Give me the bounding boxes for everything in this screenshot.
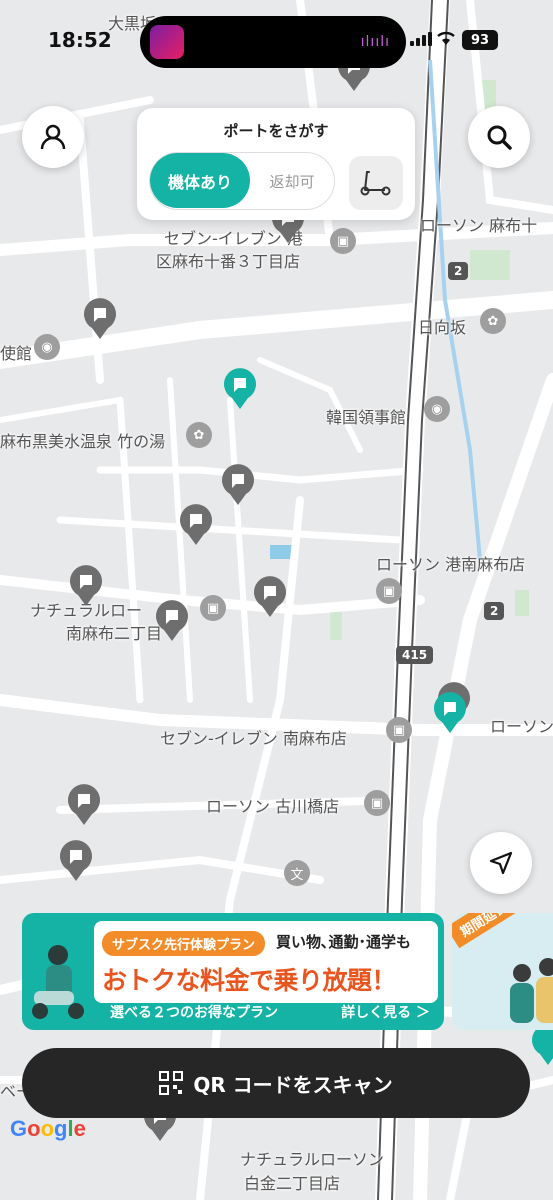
lawson-poi-icon: ▣ <box>376 578 402 604</box>
port-pin[interactable] <box>82 296 118 340</box>
map-label-seven-azabu-2: 区麻布十番３丁目店 <box>156 252 301 271</box>
map-label-minami-azabu: 南麻布二丁目 <box>66 624 163 643</box>
port-pin-available[interactable] <box>432 690 468 734</box>
google-logo: Google <box>10 1116 86 1141</box>
map-label-lawson-right: ローソン <box>490 717 553 736</box>
wifi-icon <box>437 31 455 45</box>
port-pin[interactable] <box>66 782 102 826</box>
hyugazaka-poi-icon: ✿ <box>480 308 506 334</box>
school-poi-icon: 文 <box>284 860 310 886</box>
kickscooter-icon <box>360 171 391 196</box>
banner-more-link[interactable]: 詳しく見る ＞ <box>341 1002 430 1022</box>
filter-available-button[interactable]: 機体あり <box>150 153 250 208</box>
dynamic-island[interactable]: ılıılı <box>140 16 406 68</box>
current-location-button[interactable] <box>470 832 532 894</box>
port-search-title: ポートをさがす <box>223 122 329 140</box>
audio-waveform-icon: ılıılı <box>360 34 390 50</box>
onsen-poi-icon: ✿ <box>186 422 212 448</box>
profile-button[interactable] <box>22 106 84 168</box>
lawson-furukawa-poi-icon: ▣ <box>364 790 390 816</box>
map-label-seven-minami: セブン-イレブン 南麻布店 <box>160 729 347 748</box>
now-playing-artwork <box>150 25 184 59</box>
embassy-poi-icon: ◉ <box>34 334 60 360</box>
battery-indicator: 93 <box>462 30 498 50</box>
person-icon <box>40 124 66 150</box>
map-label-korea-consulate: 韓国領事館 <box>326 408 407 427</box>
port-pin[interactable] <box>220 462 256 506</box>
campaign-extension-banner[interactable]: 期間延長 <box>452 913 553 1030</box>
search-icon <box>487 125 512 150</box>
banner-plan-tag: サブスク先行体験プラン <box>102 931 266 956</box>
map-label-onsen: 麻布黒美水温泉 竹の湯 <box>0 432 166 451</box>
map-label-lawson-azabu: ローソン 麻布十 <box>420 216 538 235</box>
qr-code-icon <box>159 1071 184 1095</box>
road-shield-415: 415 <box>396 646 434 664</box>
qr-scan-label: QR コードをスキャン <box>193 1072 393 1097</box>
port-filter-toggle: 機体あり 返却可 <box>149 152 335 210</box>
port-search-card: ポートをさがす 機体あり 返却可 <box>137 108 415 220</box>
port-pin[interactable] <box>252 574 288 618</box>
port-pin-available[interactable] <box>222 366 258 410</box>
status-bar: 18:52 ılıılı 93 <box>0 0 553 68</box>
filter-returnable-button[interactable]: 返却可 <box>250 153 334 209</box>
port-pin[interactable] <box>178 502 214 546</box>
port-pin[interactable] <box>154 598 190 642</box>
banner-subtitle: 買い物､通勤･通学も <box>276 933 412 951</box>
banner-footer-text: 選べる２つのお得なプラン <box>110 1005 278 1021</box>
status-time: 18:52 <box>48 28 112 52</box>
road-shield-2: 2 <box>448 262 469 280</box>
rider-illustration <box>32 945 84 1019</box>
seven-poi-icon: ▣ <box>386 717 412 743</box>
map-label-hyugazaka: 日向坂 <box>418 318 467 337</box>
port-pin[interactable] <box>58 838 94 882</box>
natural-poi-icon: ▣ <box>200 595 226 621</box>
port-pin[interactable] <box>68 563 104 607</box>
subscription-promo-banner[interactable]: サブスク先行体験プラン 買い物､通勤･通学も おトクな料金で乗り放題！ 選べる２… <box>22 913 444 1030</box>
people-illustration <box>510 958 553 1023</box>
road-shield-2-south: 2 <box>484 602 505 620</box>
cellular-signal-icon <box>410 32 432 46</box>
search-button[interactable] <box>468 106 530 168</box>
map-label-natural-bottom: ナチュラルローソン <box>240 1150 385 1169</box>
map-label-lawson-furukawa: ローソン 古川橋店 <box>206 797 340 816</box>
map-label-embassy: 使館 <box>0 344 33 363</box>
map-label-lawson-minami: ローソン 港南麻布店 <box>376 555 526 574</box>
consulate-poi-icon: ◉ <box>424 396 450 422</box>
navigation-arrow-icon <box>489 851 513 875</box>
banner-headline: おトクな料金で乗り放題！ <box>102 966 397 995</box>
seven-azabu-poi-icon: ▣ <box>330 228 356 254</box>
banner-content: サブスク先行体験プラン 買い物､通勤･通学も おトクな料金で乗り放題！ <box>94 921 438 1003</box>
vehicle-type-button[interactable] <box>349 156 403 210</box>
qr-scan-button[interactable]: QR コードをスキャン <box>22 1048 530 1118</box>
map-label-shirokane: 白金二丁目店 <box>244 1174 341 1193</box>
